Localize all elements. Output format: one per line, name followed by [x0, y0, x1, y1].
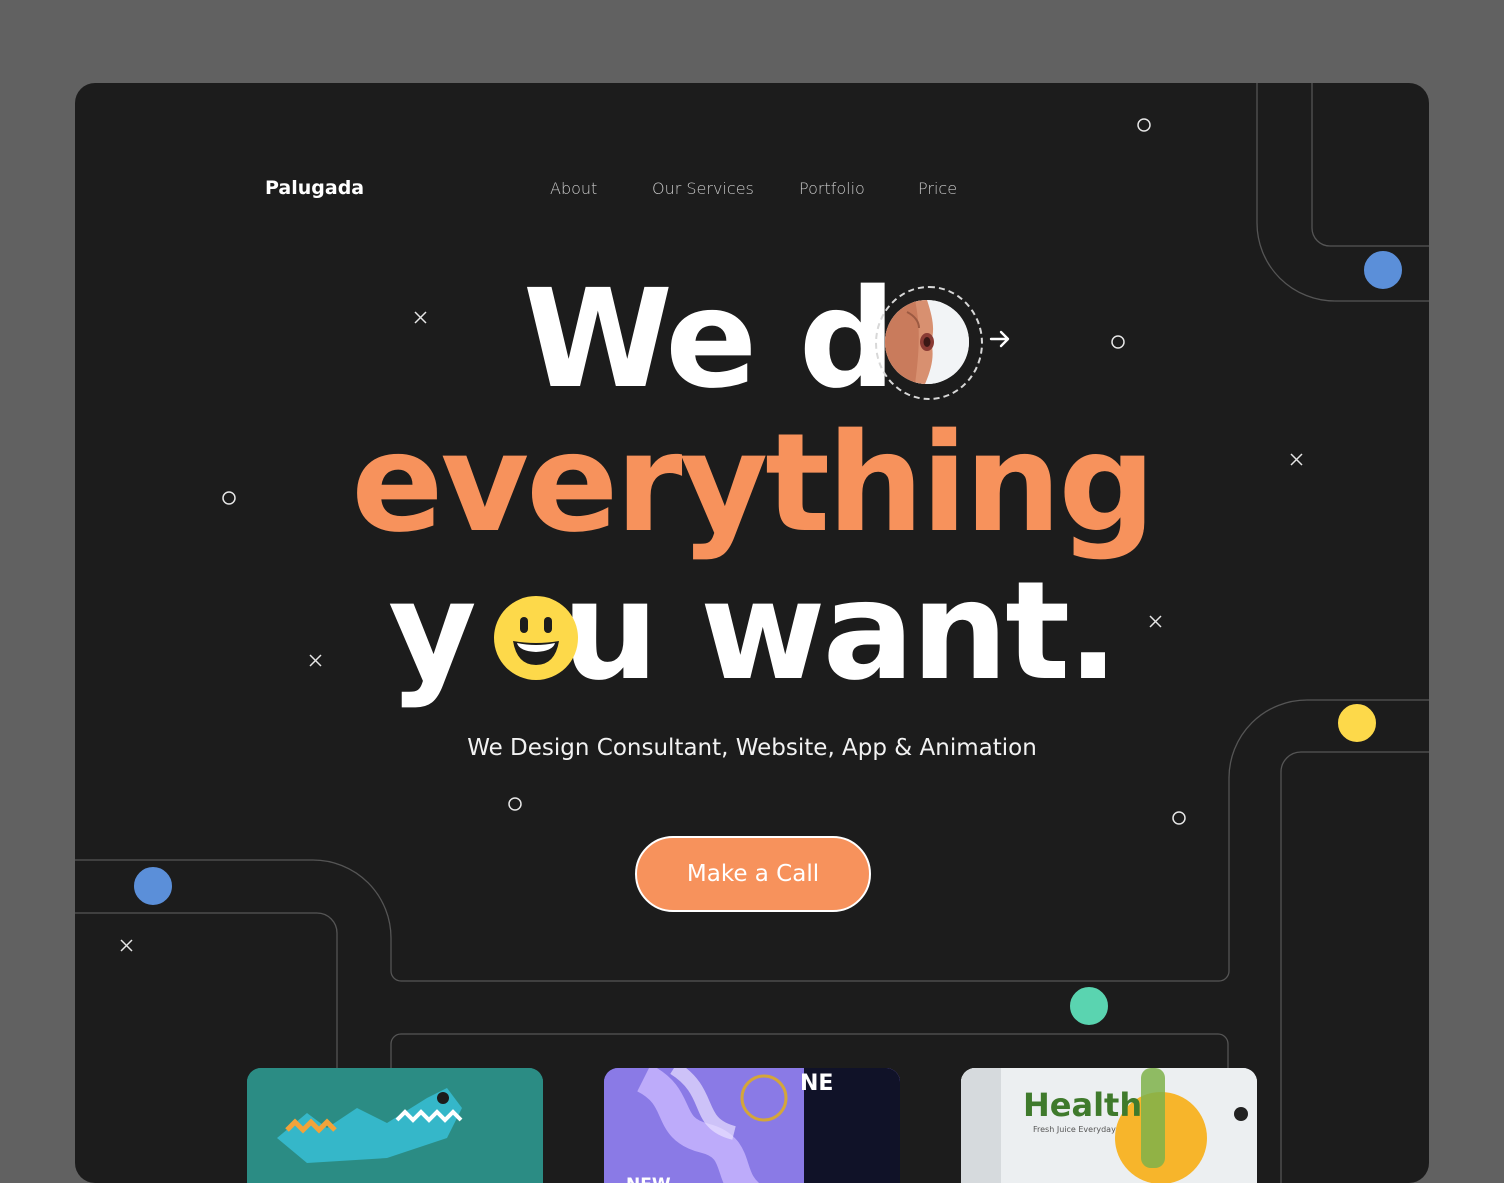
nav-our-services[interactable]: Our Services	[652, 179, 754, 198]
ne-corner-text: NE	[800, 1071, 833, 1096]
smiley-face-icon	[494, 596, 578, 680]
portfolio-card-crocodile[interactable]	[247, 1068, 543, 1183]
svg-text:Fresh Juice Everyday: Fresh Juice Everyday	[1033, 1125, 1116, 1134]
headline-line-3-y: y	[388, 553, 477, 711]
health-text: Health	[1023, 1086, 1142, 1124]
brand-logo[interactable]: Palugada	[265, 177, 364, 199]
hero-subtitle: We Design Consultant, Website, App & Ani…	[467, 735, 1037, 761]
headline-line-3: y u want.	[75, 553, 1429, 711]
portfolio-card-new-universe[interactable]: NEW NE	[604, 1068, 900, 1183]
nav-portfolio[interactable]: Portfolio	[799, 179, 865, 198]
hero-frame: Palugada About Our Services Portfolio Pr…	[75, 83, 1429, 1183]
headline-line-3-text: u want.	[561, 553, 1119, 711]
make-a-call-button[interactable]: Make a Call	[635, 836, 871, 912]
nav-about[interactable]: About	[550, 179, 597, 198]
portfolio-card-health-drink[interactable]: Health Fresh Juice Everyday	[961, 1068, 1257, 1183]
headline-line-1-text: We d	[522, 261, 896, 419]
headline-line-2: everything	[351, 405, 1155, 563]
arrow-right-icon[interactable]	[989, 329, 1011, 349]
new-universe-text: NEW	[626, 1175, 671, 1183]
nav-price[interactable]: Price	[918, 179, 957, 198]
headline-line-1: We d	[75, 261, 1429, 419]
face-photo-icon	[885, 300, 969, 384]
